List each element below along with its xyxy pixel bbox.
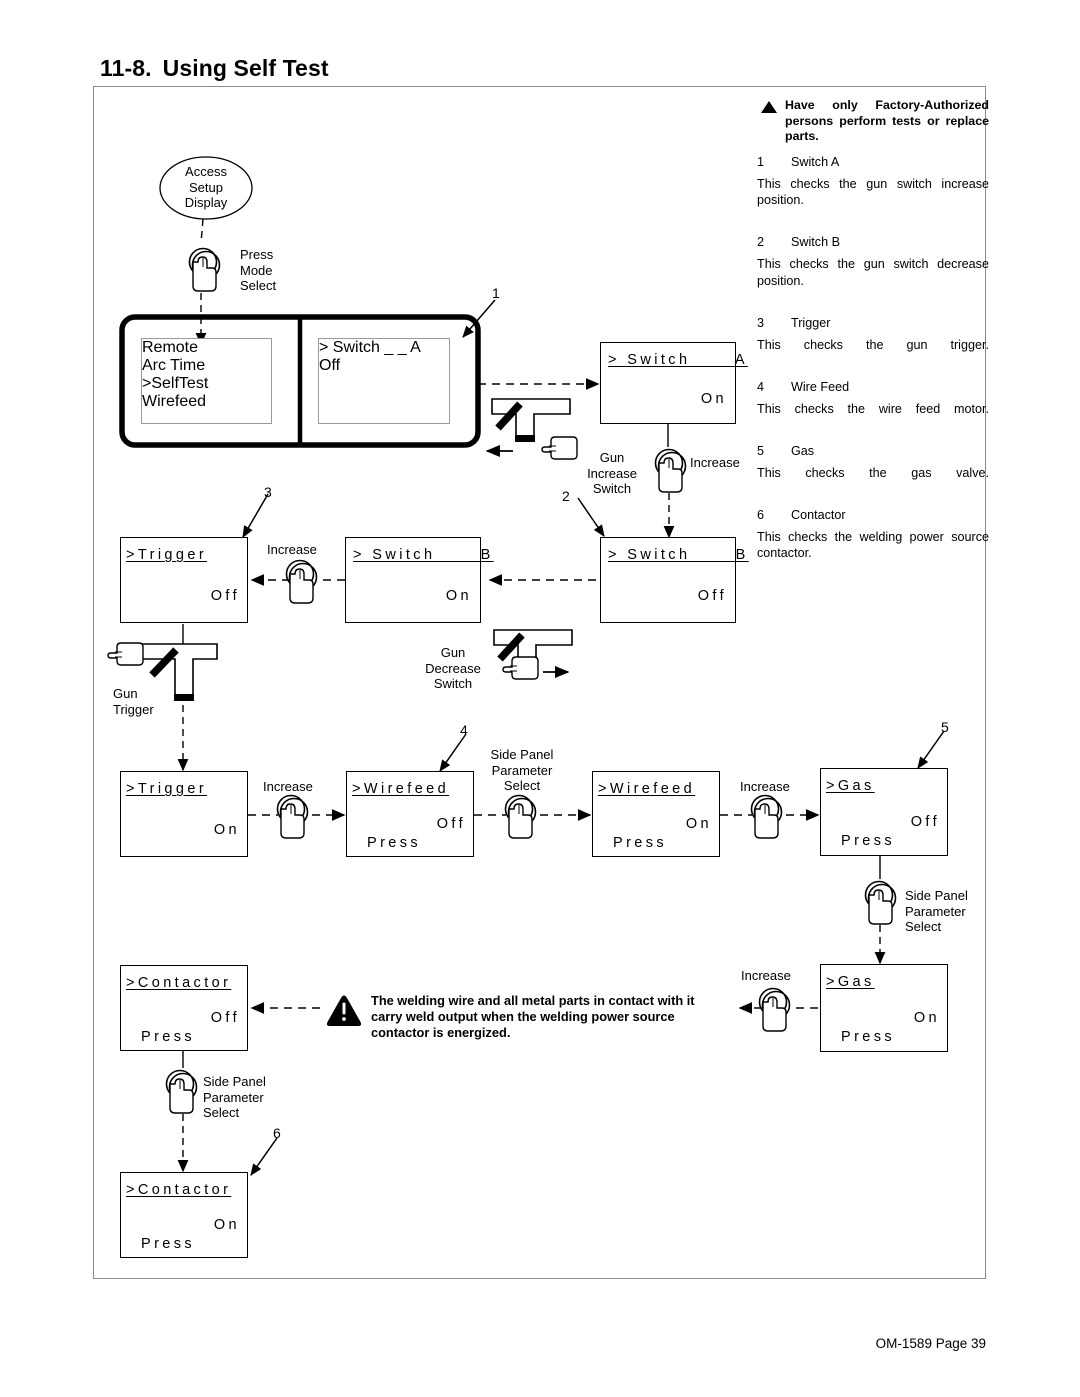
section-title: Using Self Test — [162, 55, 329, 81]
press-mode-select-label: Press Mode Select — [240, 247, 277, 293]
screen-value: Off — [210, 588, 240, 604]
screen-title: >Wirefeed — [352, 781, 450, 797]
lcd-screen-switch-a-off[interactable]: > Switch _ _ A Off — [318, 338, 450, 424]
lcd-screen-contactor-on[interactable]: >Contactor On Press — [120, 1172, 248, 1258]
lcd-screen-switch-a-on[interactable]: > Switch _ _ A On — [600, 342, 744, 424]
screen-hint: Press — [141, 1029, 196, 1045]
increase-label: Increase — [267, 542, 317, 557]
warning-triangle-icon — [761, 101, 777, 113]
screen-value: On — [213, 1217, 240, 1233]
screen-title: >Contactor — [126, 975, 232, 991]
callout-5: 5 — [941, 719, 949, 735]
lcd-screen-switch-b-on[interactable]: > Switch _ _ B On — [345, 537, 490, 623]
callout-3: 3 — [264, 484, 272, 500]
screen-title: > Switch _ _ B — [353, 547, 494, 563]
factory-authorized-warning: Have only Factory-Authorized persons per… — [757, 98, 989, 145]
callout-6: 6 — [273, 1125, 281, 1141]
item-number: 5 — [757, 443, 765, 458]
item-name: Contactor — [791, 507, 846, 522]
instruction-desc-6: This checks the welding power source con… — [757, 529, 989, 561]
menu-line-2-selected: >SelfTest — [142, 375, 209, 392]
lcd-screen-trigger-off[interactable]: >Trigger Off — [120, 537, 248, 623]
lcd-screen-contactor-off[interactable]: >Contactor Off Press — [120, 965, 248, 1051]
page-footer: OM-1589 Page 39 — [875, 1336, 986, 1351]
lcd-screen-gas-on[interactable]: >Gas On Press — [820, 964, 948, 1052]
item-name: Gas — [791, 443, 815, 458]
instruction-item-3: 3 Trigger — [757, 315, 989, 331]
increase-label: Increase — [690, 455, 740, 470]
item-name: Switch A — [791, 154, 840, 169]
screen-title: >Wirefeed — [598, 781, 696, 797]
side-panel-parameter-select-label: Side Panel Parameter Select — [203, 1074, 266, 1120]
screen-hint: Press — [141, 1236, 196, 1252]
increase-label: Increase — [740, 779, 790, 794]
start-node-label: Access Setup Display — [184, 164, 228, 210]
menu-line-0: Remote — [142, 339, 199, 356]
lcd-screen-trigger-on[interactable]: >Trigger On — [120, 771, 248, 857]
gun-trigger-label: Gun Trigger — [113, 686, 154, 717]
instruction-desc-1: This checks the gun switch increase posi… — [757, 176, 989, 208]
screen-value: Off — [436, 816, 466, 832]
item-number: 6 — [757, 507, 765, 522]
screen-value: Off — [910, 814, 940, 830]
screen-value: Off — [210, 1010, 240, 1026]
lcd-screen-wirefeed-off[interactable]: >Wirefeed Off Press — [346, 771, 474, 857]
screen-hint: Press — [367, 835, 422, 851]
screen-hint: Press — [613, 835, 668, 851]
screen-title: > Switch _ _ B — [608, 547, 749, 563]
factory-authorized-warning-text: Have only Factory-Authorized persons per… — [785, 98, 989, 143]
screen-value: On — [685, 816, 712, 832]
menu-line-1: Arc Time — [142, 357, 206, 374]
screen-hint: Press — [841, 833, 896, 849]
instruction-desc-3: This checks the gun trigger. — [757, 337, 989, 352]
instruction-desc-2: This checks the gun switch decrease posi… — [757, 257, 989, 288]
instruction-desc-5: This checks the gas valve. — [757, 465, 989, 480]
item-name: Trigger — [791, 315, 831, 330]
instruction-desc-4: This checks the wire feed motor. — [757, 401, 989, 416]
instructions-panel: Have only Factory-Authorized persons per… — [757, 98, 989, 578]
instruction-item-4: 4 Wire Feed — [757, 379, 989, 395]
item-number: 4 — [757, 379, 765, 394]
gun-increase-switch-label: Gun Increase Switch — [587, 450, 637, 496]
side-panel-parameter-select-label: Side Panel Parameter Select — [905, 888, 968, 934]
screen-title: >Gas — [826, 778, 875, 794]
instruction-item-6: 6 Contactor — [757, 507, 989, 523]
screen-hint: Press — [841, 1029, 896, 1045]
section-number: 11-8. — [100, 55, 152, 81]
screen-value: On — [700, 391, 727, 407]
item-name: Switch B — [791, 235, 840, 249]
instruction-item-5: 5 Gas — [757, 443, 989, 459]
item-number: 3 — [757, 315, 765, 330]
screen-title: > Switch _ _ A — [608, 352, 748, 368]
screen-title: >Gas — [826, 974, 875, 990]
callout-2: 2 — [562, 488, 570, 504]
lcd-screen-gas-off[interactable]: >Gas Off Press — [820, 768, 948, 856]
lcd-screen-switch-b-off[interactable]: > Switch _ _ B Off — [600, 537, 745, 623]
screen-value: On — [445, 588, 472, 604]
screen-title: >Trigger — [126, 781, 208, 797]
inline-warning-text: The welding wire and all metal parts in … — [371, 993, 695, 1041]
increase-label: Increase — [263, 779, 313, 794]
screen-value: Off — [319, 357, 341, 374]
lcd-screen-wirefeed-on[interactable]: >Wirefeed On Press — [592, 771, 720, 857]
screen-value: Off — [697, 588, 727, 604]
lcd-screen-menu[interactable]: Remote Arc Time >SelfTest Wirefeed — [141, 338, 272, 424]
gun-decrease-switch-label: Gun Decrease Switch — [425, 645, 481, 691]
screen-value: On — [913, 1010, 940, 1026]
menu-line-3: Wirefeed — [142, 393, 207, 410]
side-panel-parameter-select-label: Side Panel Parameter Select — [490, 747, 554, 793]
screen-title: >Contactor — [126, 1182, 232, 1198]
screen-title: > Switch _ _ A — [319, 339, 421, 356]
callout-1: 1 — [492, 285, 500, 301]
item-number: 1 — [757, 154, 765, 169]
page-title: 11-8. Using Self Test — [100, 55, 329, 82]
item-number: 2 — [757, 235, 765, 249]
screen-value: On — [213, 822, 240, 838]
instruction-item-1: 1 Switch A — [757, 154, 989, 170]
instruction-item-2: 2 Switch B — [757, 234, 989, 250]
increase-label: Increase — [741, 968, 791, 983]
screen-title: >Trigger — [126, 547, 208, 563]
item-name: Wire Feed — [791, 379, 850, 394]
callout-4: 4 — [460, 722, 468, 738]
